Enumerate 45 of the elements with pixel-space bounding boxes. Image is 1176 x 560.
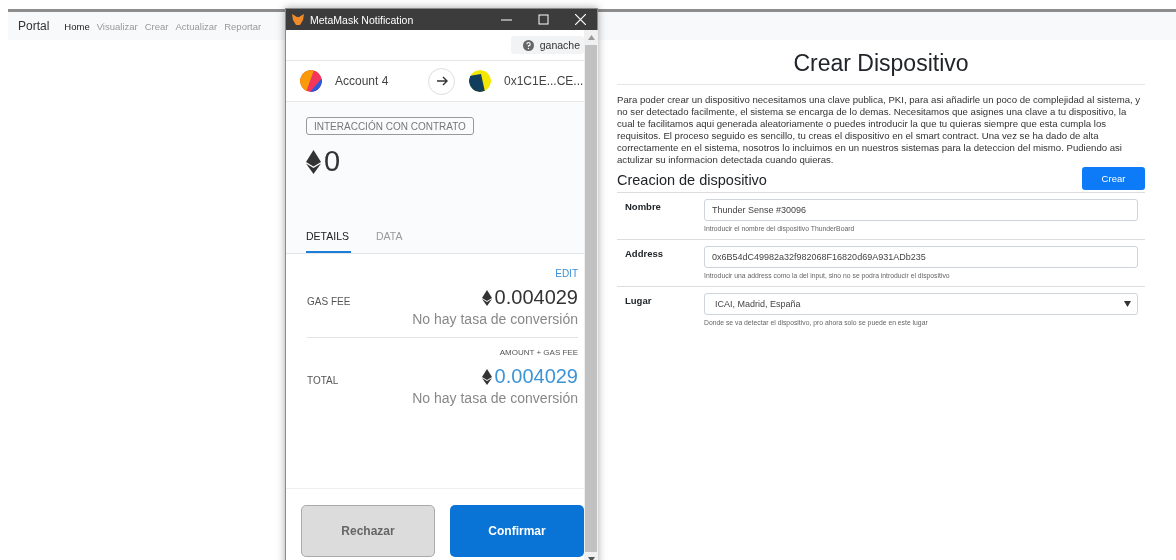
total-caption: AMOUNT + GAS FEE: [499, 348, 578, 357]
nav-link[interactable]: Crear: [144, 20, 169, 32]
close-icon[interactable]: [575, 14, 586, 25]
confirm-button[interactable]: Confirmar: [450, 505, 584, 557]
field-label: Nombre: [625, 200, 662, 214]
reject-button[interactable]: Rechazar: [301, 505, 435, 557]
recipient-avatar: [469, 70, 491, 92]
network-selector[interactable]: ganache: [510, 36, 584, 54]
input-field[interactable]: 0x6B54dC49982a32f982068F16820d69A931ADb235: [704, 246, 1138, 268]
tab[interactable]: DATA: [376, 230, 421, 253]
total-label: TOTAL: [307, 375, 339, 386]
total-value: 0.004029: [494, 365, 578, 388]
field-label: Address: [625, 247, 664, 261]
account-avatar: [300, 70, 322, 92]
input-field[interactable]: Thunder Sense #30096: [704, 199, 1138, 221]
maximize-icon[interactable]: [538, 14, 549, 25]
caret-icon: [1124, 301, 1131, 307]
section-title: Creacion de dispositivo: [617, 171, 767, 190]
edit-link[interactable]: EDIT: [555, 268, 578, 279]
page-title: Crear Dispositivo: [617, 48, 1145, 85]
scrollbar[interactable]: [584, 30, 598, 560]
create-button[interactable]: Crear: [1082, 167, 1145, 190]
conversion-note: No hay tasa de conversión: [412, 390, 578, 406]
nav-link[interactable]: Visualizar: [96, 20, 138, 32]
conversion-note: No hay tasa de conversión: [412, 311, 578, 327]
ethereum-icon: [481, 289, 492, 306]
brand-link[interactable]: Portal: [18, 19, 50, 33]
nav-link[interactable]: Home: [64, 20, 90, 32]
window-title: MetaMask Notification: [310, 13, 415, 26]
help-icon: [522, 39, 534, 51]
gas-fee-value: 0.004029: [494, 286, 578, 309]
field-label: Lugar: [625, 294, 653, 308]
select-field[interactable]: ICAI, Madrid, España: [704, 293, 1138, 315]
ethereum-icon: [306, 149, 321, 174]
transaction-type-badge: INTERACCIÓN CON CONTRATO: [306, 117, 474, 135]
nav-link[interactable]: Actualizar: [175, 20, 218, 32]
account-name: Account 4: [335, 74, 390, 88]
fox-icon: [292, 14, 304, 25]
recipient-address: 0x1C1E...CE...: [504, 74, 584, 88]
nav-link[interactable]: Reportar: [224, 20, 262, 32]
tab[interactable]: DETAILS: [306, 230, 351, 253]
amount-value: 0: [324, 145, 341, 178]
ethereum-icon: [481, 368, 492, 385]
gas-fee-label: GAS FEE: [307, 296, 351, 307]
intro-paragraph: Para poder crear un dispositivo necesitamos una clave publica, PKI, para asi añadirle un poco de complejidad al sistema, y no ser detectado facilmente, el sistema se encarga de lo demas. Necesitamos que asignes una clave a tu dispositivo, la cual te facilitamos aqui generada aleatoriamente o puedes introducir la que tu quieras siempre que esta cumpla los requisitos. El proceso seguido es sencillo, tu creas el dispositivo en el smart contract. Una vez se ha dado de alta correctamente en el sistema, nosotros lo incluimos en un nuestros sistemas para la deteccion del mismo. Pudiendo asi actulizar su informacion detectada cuando quieras.: [617, 94, 1142, 166]
